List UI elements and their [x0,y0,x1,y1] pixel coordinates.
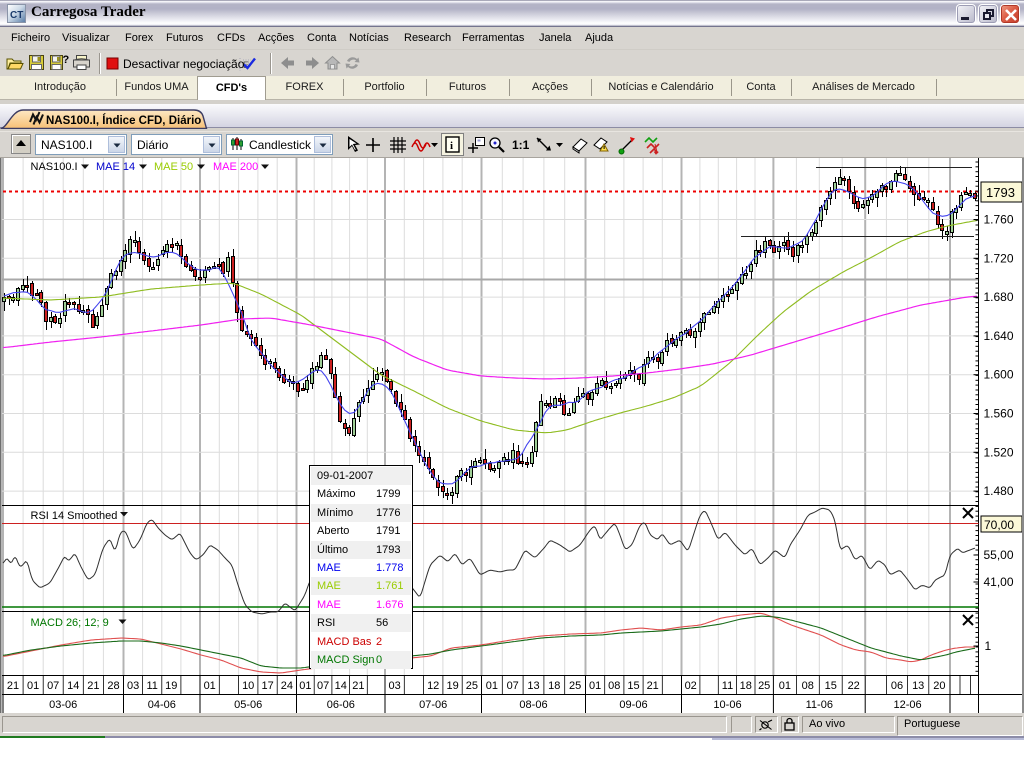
svg-text:01: 01 [589,680,601,692]
svg-text:08: 08 [608,680,620,692]
svg-text:NAS100.I: NAS100.I [31,161,78,173]
svg-text:MACD 26; 12; 9: MACD 26; 12; 9 [31,617,109,629]
svg-text:03-06: 03-06 [49,699,77,711]
svg-text:01: 01 [27,680,39,692]
svg-text:18: 18 [740,680,752,692]
svg-text:1.600: 1.600 [984,368,1014,382]
svg-text:28: 28 [107,680,119,692]
svg-text:1.760: 1.760 [984,213,1014,227]
svg-text:08: 08 [802,680,814,692]
svg-text:?: ? [63,54,70,66]
svg-text:MAE 50: MAE 50 [154,161,193,173]
svg-text:06: 06 [891,680,903,692]
svg-text:10: 10 [242,680,254,692]
svg-text:07-06: 07-06 [419,699,447,711]
svg-text:06-06: 06-06 [327,699,355,711]
svg-text:14: 14 [67,680,79,692]
svg-text:1.560: 1.560 [984,407,1014,421]
svg-text:1: 1 [985,639,992,653]
svg-text:17: 17 [261,680,273,692]
svg-text:18: 18 [548,680,560,692]
svg-text:11: 11 [722,680,733,692]
svg-text:25: 25 [569,680,581,692]
svg-text:55,00: 55,00 [984,548,1014,562]
svg-text:1.520: 1.520 [984,445,1014,459]
svg-text:09-06: 09-06 [619,699,647,711]
svg-text:1.480: 1.480 [984,484,1014,498]
svg-text:15: 15 [627,680,639,692]
svg-text:RSI 14 Smoothed: RSI 14 Smoothed [31,510,118,522]
svg-text:11-06: 11-06 [806,699,833,711]
svg-text:13: 13 [912,680,924,692]
svg-text:25: 25 [466,680,478,692]
svg-text:07: 07 [47,680,59,692]
svg-text:1.720: 1.720 [984,251,1014,265]
svg-text:01: 01 [779,680,791,692]
svg-text:22: 22 [848,680,860,692]
svg-text:12-06: 12-06 [894,699,922,711]
svg-text:19: 19 [446,680,458,692]
svg-text:10-06: 10-06 [713,699,741,711]
svg-text:NAS100.I, Índice CFD, Diário: NAS100.I, Índice CFD, Diário [46,114,201,127]
svg-text:1793: 1793 [986,185,1015,200]
svg-text:01: 01 [204,680,216,692]
svg-text:08-06: 08-06 [519,699,547,711]
svg-text:19: 19 [165,680,177,692]
svg-text:1.680: 1.680 [984,290,1014,304]
svg-text:21: 21 [352,680,364,692]
svg-text:41,00: 41,00 [984,575,1014,589]
svg-text:15: 15 [825,680,837,692]
svg-text:70,00: 70,00 [984,518,1014,532]
svg-text:03: 03 [127,680,139,692]
svg-text:21: 21 [87,680,99,692]
svg-text:07: 07 [317,680,329,692]
svg-text:MAE 200: MAE 200 [213,161,258,173]
svg-text:20: 20 [933,680,945,692]
svg-text:21: 21 [7,680,19,692]
svg-text:01: 01 [299,680,311,692]
svg-text:21: 21 [647,680,659,692]
svg-text:11: 11 [146,680,157,692]
svg-text:03: 03 [388,680,400,692]
svg-text:i: i [450,140,453,152]
svg-text:1:1: 1:1 [512,138,530,152]
svg-text:24: 24 [281,680,293,692]
svg-text:14: 14 [335,680,347,692]
svg-text:13: 13 [527,680,539,692]
svg-text:1.640: 1.640 [984,329,1014,343]
svg-text:12: 12 [427,680,439,692]
svg-text:05-06: 05-06 [234,699,262,711]
svg-text:01: 01 [486,680,498,692]
svg-text:25: 25 [758,680,770,692]
svg-text:02: 02 [685,680,697,692]
svg-text:MAE 14: MAE 14 [96,161,135,173]
svg-text:07: 07 [507,680,519,692]
svg-text:04-06: 04-06 [148,699,176,711]
